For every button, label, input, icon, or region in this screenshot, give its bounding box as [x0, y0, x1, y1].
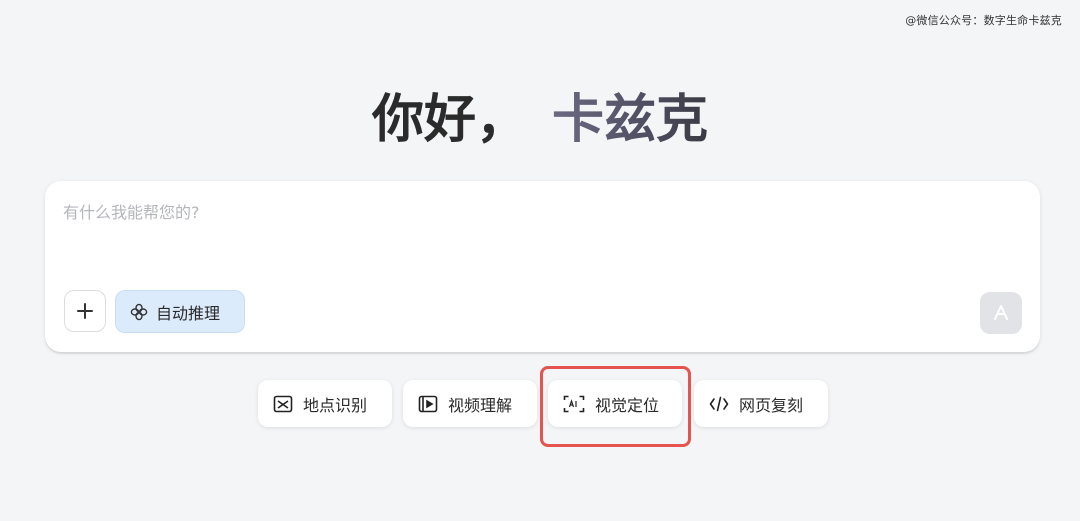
auto-reasoning-label: 自动推理: [156, 303, 221, 323]
greeting-username: 卡兹克: [552, 90, 709, 150]
video-icon: [418, 395, 438, 412]
send-button[interactable]: [980, 292, 1022, 334]
greeting-title: 你好， 卡兹克: [0, 82, 1080, 158]
auto-reasoning-button[interactable]: 自动推理: [115, 290, 245, 333]
watermark: @微信公众号：数字生命卡兹克: [905, 14, 1062, 27]
quick-action-video[interactable]: 视频理解: [403, 380, 537, 427]
quick-action-web-clone[interactable]: 网页复刻: [694, 380, 828, 427]
plus-icon: [77, 303, 93, 319]
quick-action-label: 网页复刻: [739, 395, 804, 415]
attach-button[interactable]: [64, 290, 106, 332]
prompt-input[interactable]: [63, 197, 1003, 227]
greeting-hello: 你好，: [371, 90, 528, 150]
quick-action-location[interactable]: 地点识别: [258, 380, 392, 427]
flower-icon: [130, 303, 148, 320]
send-arrow-icon: [994, 305, 1008, 320]
prompt-composer: 自动推理: [45, 181, 1040, 352]
image-locate-icon: [273, 395, 293, 412]
quick-action-label: 地点识别: [303, 395, 368, 415]
code-icon: [709, 396, 729, 411]
quick-action-label: 视频理解: [448, 395, 513, 415]
highlight-annotation: [540, 366, 691, 447]
